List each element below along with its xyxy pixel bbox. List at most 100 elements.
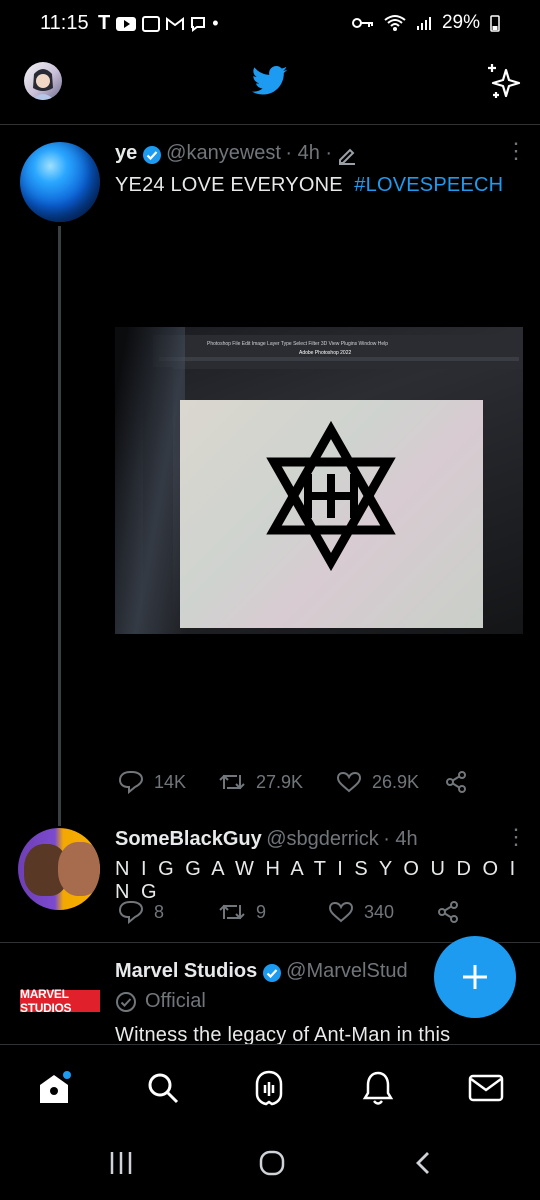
retweet-icon: [219, 774, 245, 790]
retweet-button[interactable]: 9: [218, 901, 328, 923]
share-icon: [446, 771, 466, 793]
share-icon: [438, 901, 458, 923]
official-text: Official: [145, 990, 206, 1012]
marvel-logo[interactable]: MARVEL STUDIOS: [20, 987, 100, 1015]
signal-icon: [416, 17, 431, 30]
battery-text: 29%: [441, 12, 480, 33]
twitter-bird-icon: [252, 66, 288, 95]
notifications-icon: [362, 1071, 394, 1105]
like-count: 26.9K: [372, 771, 420, 792]
nav-notifications[interactable]: [362, 1069, 394, 1112]
photoshop-title: Adobe Photoshop 2022: [299, 350, 352, 356]
youtube-icon: [116, 16, 137, 31]
tweet-header: ye @kanyewest · 4h ·: [115, 142, 515, 165]
reply-button[interactable]: 14K: [118, 770, 218, 794]
photoshop-options-bar: [159, 357, 519, 361]
reply-icon: [118, 901, 144, 924]
back-icon: [416, 1152, 429, 1174]
home-icon: [40, 1071, 71, 1103]
photoshop-menubar: Photoshop File Edit Image Layer Type Sel…: [153, 335, 523, 369]
bottom-navigation: [0, 1044, 540, 1131]
more-options-icon[interactable]: ⋮: [505, 826, 527, 848]
system-navigation: [0, 1130, 540, 1200]
gmail-icon: [166, 16, 185, 30]
reply-icon: [118, 771, 144, 794]
canvas-symbol: [266, 420, 396, 572]
recent-apps-icon: [110, 1152, 132, 1174]
tweet-actions: 14K 27.9K 26.9K: [118, 770, 478, 794]
heart-icon: [336, 771, 362, 793]
nav-messages[interactable]: [468, 1073, 504, 1108]
tweet-body: N I G G A W H A T I S Y O U D O I N G: [115, 858, 519, 903]
spaces-icon: [255, 1070, 283, 1106]
recent-apps-button[interactable]: [108, 1150, 134, 1181]
like-count: 340: [364, 901, 395, 922]
like-button[interactable]: 340: [328, 901, 436, 923]
compose-tweet-button[interactable]: [434, 936, 516, 1018]
app-icon: [142, 15, 161, 32]
tweet-header: SomeBlackGuy @sbgderrick · 4h: [115, 828, 515, 851]
author-name[interactable]: Marvel Studios: [115, 960, 257, 982]
key-icon: [351, 18, 373, 28]
photoshop-canvas: [180, 400, 483, 628]
official-badge-icon: [116, 991, 136, 1012]
tweet-avatar[interactable]: [20, 142, 100, 222]
tweet-actions: 8 9 340: [118, 900, 478, 924]
author-handle[interactable]: @kanyewest: [166, 142, 281, 164]
share-button[interactable]: [444, 770, 468, 794]
chat-icon: [191, 16, 206, 32]
plus-icon: [463, 965, 487, 989]
tweet-body: YE24 LOVE EVERYONE: [115, 174, 343, 196]
reply-count: 14K: [154, 771, 187, 792]
hashtag-link[interactable]: #LOVESPEECH: [354, 174, 503, 196]
nav-home[interactable]: [34, 1069, 74, 1114]
reply-button[interactable]: 8: [118, 900, 218, 924]
system-status: 29%: [351, 12, 500, 34]
author-handle[interactable]: @MarvelStud: [286, 960, 407, 982]
retweet-count: 9: [256, 901, 267, 922]
more-options-icon[interactable]: ⋮: [505, 140, 527, 162]
home-button[interactable]: [258, 1149, 286, 1182]
retweet-button[interactable]: 27.9K: [218, 771, 336, 793]
verified-badge-icon: [142, 145, 161, 164]
nav-spaces[interactable]: [254, 1069, 284, 1112]
tweet-header: Marvel Studios @MarvelStud: [115, 960, 445, 983]
nav-search[interactable]: [146, 1071, 180, 1110]
author-handle[interactable]: @sbgderrick: [266, 828, 379, 850]
heart-icon: [328, 901, 354, 923]
author-name[interactable]: SomeBlackGuy: [115, 828, 262, 850]
status-time: 11:15: [40, 12, 89, 34]
share-button[interactable]: [436, 900, 460, 924]
edit-icon: [338, 148, 355, 165]
photo-reflection: [115, 327, 185, 634]
photoshop-menu: Photoshop File Edit Image Layer Type Sel…: [207, 341, 389, 347]
retweet-count: 27.9K: [256, 771, 304, 792]
avatar-face: [58, 842, 100, 896]
sparkle-icon[interactable]: [484, 62, 522, 100]
thread-line: [58, 226, 61, 826]
reply-count: 8: [154, 901, 165, 922]
retweet-icon: [219, 904, 245, 920]
notification-icons: T •: [98, 12, 219, 35]
profile-avatar-button[interactable]: [24, 62, 62, 100]
battery-icon: [490, 15, 500, 32]
tweet-text: YE24 LOVE EVERYONE #LOVESPEECH: [115, 174, 530, 197]
messages-icon: [468, 1074, 504, 1102]
avatar-image: [32, 69, 54, 100]
tweet-time: · 4h: [383, 828, 418, 850]
wifi-icon: [384, 15, 406, 31]
like-button[interactable]: 26.9K: [336, 771, 444, 793]
tmobile-icon: T: [98, 12, 111, 34]
tweet-avatar[interactable]: [18, 828, 100, 910]
search-icon: [148, 1073, 179, 1104]
home-circle-icon: [259, 1150, 285, 1176]
author-name[interactable]: ye: [115, 142, 137, 164]
tweet-photo[interactable]: Photoshop File Edit Image Layer Type Sel…: [115, 327, 523, 634]
dot-icon: •: [212, 13, 219, 33]
back-button[interactable]: [412, 1150, 434, 1181]
official-label: Official: [115, 990, 206, 1013]
verified-badge-icon: [262, 963, 281, 982]
tweet-time: · 4h ·: [285, 142, 333, 164]
header-divider: [0, 124, 540, 125]
status-bar: 11:15 T • 29%: [0, 0, 540, 48]
